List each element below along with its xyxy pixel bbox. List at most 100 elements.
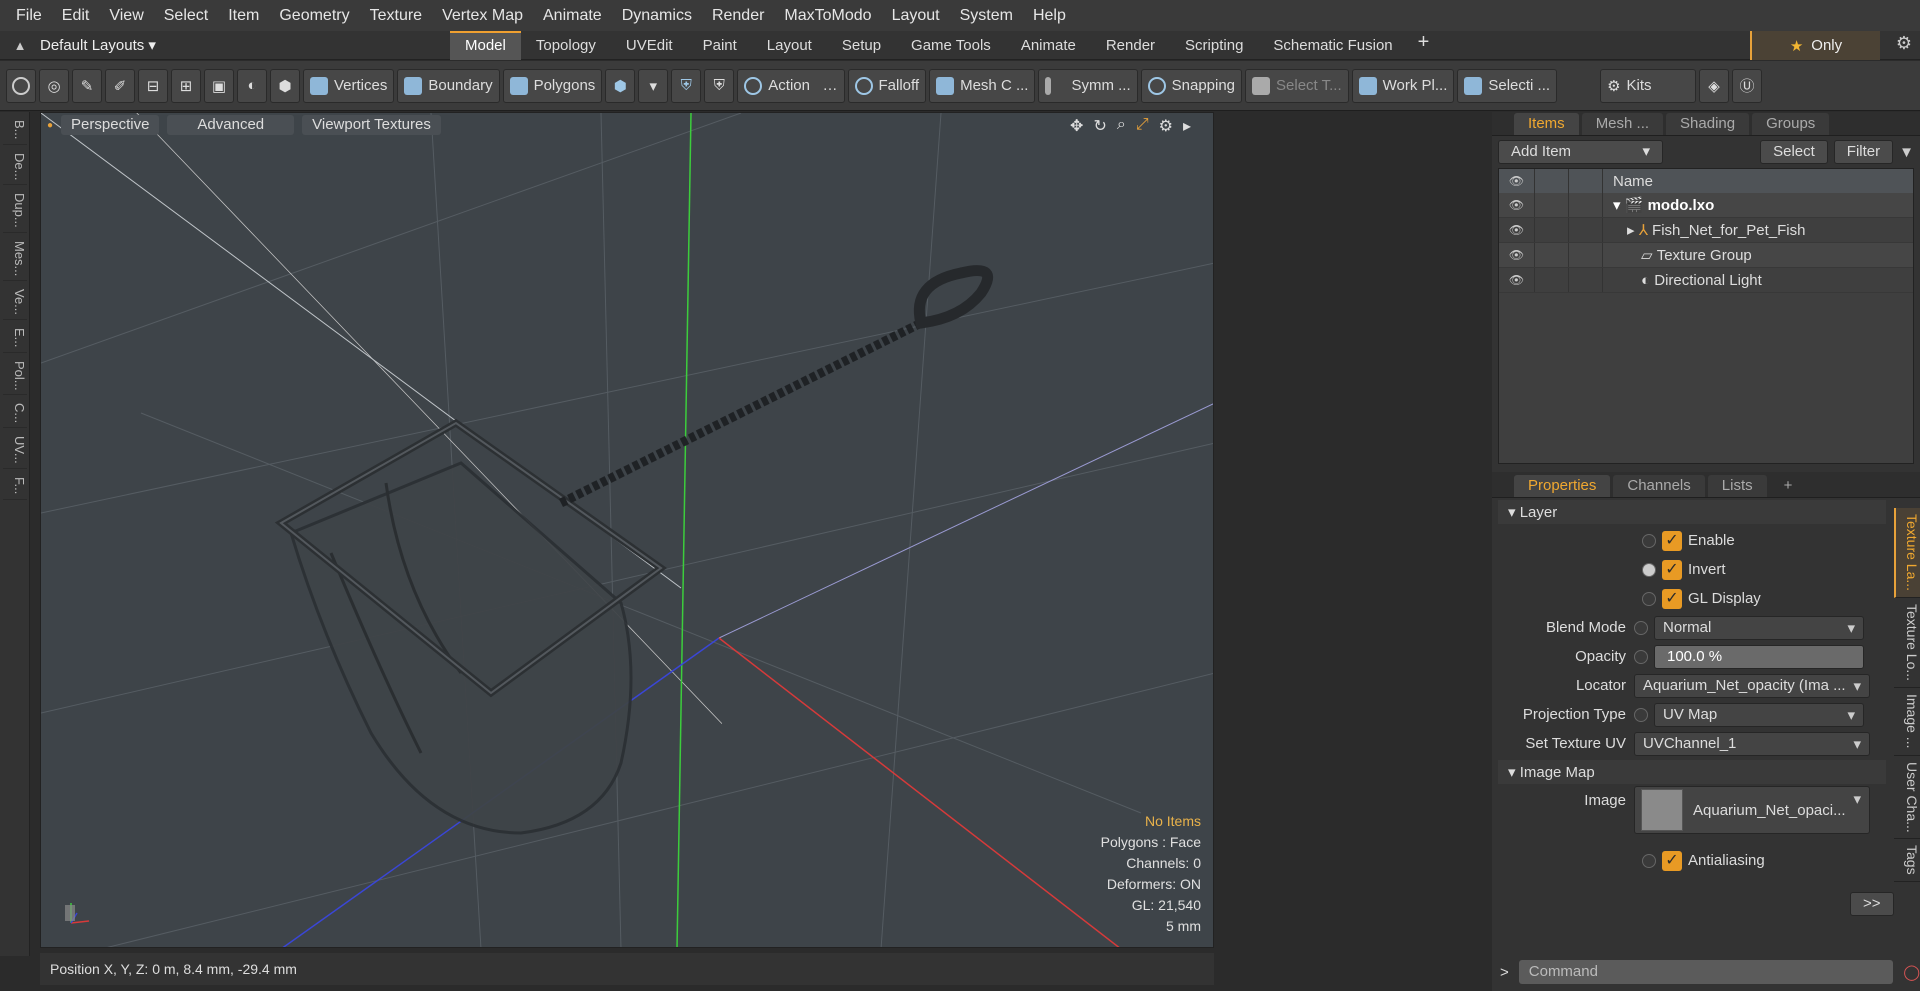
- tab-layout[interactable]: Layout: [752, 31, 827, 60]
- list-item[interactable]: 👁 ▾ 🎬 modo.lxo: [1499, 193, 1913, 218]
- record-icon[interactable]: ◯: [1903, 963, 1920, 981]
- maximize-icon[interactable]: ⤢: [1136, 116, 1149, 136]
- tab-shading[interactable]: Shading: [1666, 113, 1750, 135]
- menu-help[interactable]: Help: [1023, 0, 1076, 31]
- side-tab-texture-layer[interactable]: Texture La...: [1894, 508, 1920, 599]
- left-tab-basic[interactable]: B...: [3, 116, 27, 145]
- command-input[interactable]: Command: [1518, 960, 1894, 984]
- menu-edit[interactable]: Edit: [52, 0, 100, 31]
- items-mode-button[interactable]: ⬢: [270, 68, 300, 103]
- boundary-button[interactable]: Boundary: [397, 68, 500, 103]
- pen-button[interactable]: ✎: [72, 68, 102, 103]
- default-layouts-dropdown[interactable]: Default Layouts ▾: [40, 36, 450, 54]
- tab-model[interactable]: Model: [450, 30, 521, 60]
- grid-button[interactable]: ⊞: [171, 68, 201, 103]
- 3d-viewport[interactable]: ● Perspective Advanced Viewport Textures…: [40, 112, 1214, 948]
- left-tab-deform[interactable]: De...: [3, 149, 27, 185]
- projection-type-dropdown[interactable]: UV Map: [1654, 702, 1864, 727]
- filter-button[interactable]: Filter: [1833, 140, 1894, 164]
- name-column-header[interactable]: Name: [1602, 169, 1653, 193]
- blend-mode-dropdown[interactable]: Normal: [1654, 615, 1864, 640]
- sphere-button[interactable]: ◐: [237, 68, 267, 103]
- settings-icon[interactable]: ⚙: [1159, 116, 1173, 136]
- only-button[interactable]: ★ Only: [1750, 31, 1880, 60]
- center-button[interactable]: ⊟: [138, 68, 168, 103]
- tab-groups[interactable]: Groups: [1752, 113, 1830, 135]
- side-tab-tags[interactable]: Tags: [1894, 839, 1920, 882]
- tab-schematic-fusion[interactable]: Schematic Fusion: [1258, 31, 1407, 60]
- layer-section-header[interactable]: ▾ Layer: [1498, 500, 1886, 524]
- snapping-button[interactable]: Snapping: [1140, 68, 1243, 103]
- select-mode-button[interactable]: [6, 68, 36, 103]
- tab-setup[interactable]: Setup: [827, 31, 896, 60]
- image-dropdown[interactable]: Aquarium_Net_opaci...: [1634, 786, 1870, 834]
- falloff-button[interactable]: Falloff: [847, 68, 927, 103]
- viewport-textures-button[interactable]: Viewport Textures: [302, 115, 441, 135]
- eye-icon[interactable]: 👁: [1499, 248, 1534, 262]
- mode-dropdown[interactable]: ▾: [638, 68, 669, 103]
- list-item[interactable]: 👁 ▸ ⅄ Fish_Net_for_Pet_Fish: [1499, 218, 1913, 243]
- selection-sets-button[interactable]: Selecti ...: [1457, 68, 1558, 103]
- left-tab-mesh-edit[interactable]: Mes...: [3, 237, 27, 282]
- symmetry-button[interactable]: Symm ...: [1038, 68, 1138, 103]
- tab-animate[interactable]: Animate: [1006, 31, 1091, 60]
- material-button[interactable]: ⬢: [605, 68, 636, 103]
- eye-icon[interactable]: 👁: [1499, 223, 1534, 237]
- menu-vertex-map[interactable]: Vertex Map: [432, 0, 533, 31]
- menu-animate[interactable]: Animate: [533, 0, 612, 31]
- brush-button[interactable]: ✐: [105, 68, 135, 103]
- tab-items[interactable]: Items: [1514, 113, 1579, 135]
- move-view-icon[interactable]: ✥: [1070, 116, 1083, 136]
- globe-button[interactable]: ◎: [39, 68, 69, 103]
- kits-button[interactable]: ⚙ Kits: [1600, 68, 1697, 103]
- add-item-button[interactable]: Add Item ▾: [1498, 140, 1663, 164]
- left-tab-vertex[interactable]: Ve...: [3, 285, 27, 321]
- tab-game-tools[interactable]: Game Tools: [896, 31, 1006, 60]
- rotate-view-icon[interactable]: ↻: [1093, 116, 1106, 136]
- select-button[interactable]: Select: [1760, 140, 1828, 164]
- perspective-button[interactable]: Perspective: [61, 115, 160, 135]
- tab-uvedit[interactable]: UVEdit: [611, 31, 688, 60]
- eye-icon[interactable]: 👁: [1499, 198, 1534, 212]
- tab-lists[interactable]: Lists: [1707, 475, 1767, 497]
- left-tab-uv[interactable]: UV...: [3, 432, 27, 470]
- menu-dynamics[interactable]: Dynamics: [612, 0, 702, 31]
- invert-checkbox[interactable]: ✓ Invert: [1642, 559, 1726, 580]
- tab-channels[interactable]: Channels: [1613, 475, 1705, 497]
- add-tab-button[interactable]: +: [1408, 31, 1440, 60]
- menu-geometry[interactable]: Geometry: [269, 0, 359, 31]
- menu-item[interactable]: Item: [218, 0, 269, 31]
- left-tab-fusion[interactable]: F...: [3, 473, 27, 500]
- tab-properties[interactable]: Properties: [1514, 475, 1611, 497]
- side-tab-user-channels[interactable]: User Cha...: [1894, 756, 1920, 840]
- menu-system[interactable]: System: [950, 0, 1023, 31]
- frame-button[interactable]: ▣: [204, 68, 234, 103]
- more-button[interactable]: >>: [1850, 892, 1894, 916]
- antialiasing-checkbox[interactable]: ✓ Antialiasing: [1642, 850, 1765, 871]
- menu-file[interactable]: File: [6, 0, 52, 31]
- mesh-constraint-button[interactable]: Mesh C ...: [929, 68, 1036, 103]
- enable-checkbox[interactable]: ✓ Enable: [1642, 530, 1735, 551]
- vertices-button[interactable]: Vertices: [303, 68, 395, 103]
- tab-topology[interactable]: Topology: [521, 31, 611, 60]
- symmetry-shield2-button[interactable]: ⛨: [704, 68, 735, 103]
- viewport-menu-icon[interactable]: ●: [47, 120, 53, 131]
- left-tab-polygon[interactable]: Pol...: [3, 357, 27, 396]
- list-item[interactable]: 👁 ◐ Directional Light: [1499, 268, 1913, 293]
- expand-icon[interactable]: ▾: [1613, 196, 1625, 214]
- menu-maxtomodo[interactable]: MaxToModo: [774, 0, 881, 31]
- expand-icon[interactable]: ▸: [1627, 221, 1639, 239]
- side-tab-image[interactable]: Image ...: [1894, 688, 1920, 756]
- eye-icon[interactable]: 👁: [1499, 273, 1534, 287]
- tab-mesh[interactable]: Mesh ...: [1581, 113, 1664, 135]
- filter-icon[interactable]: ▼: [1899, 144, 1914, 161]
- tab-scripting[interactable]: Scripting: [1170, 31, 1258, 60]
- play-icon[interactable]: ▸: [1183, 116, 1191, 136]
- side-tab-texture-locator[interactable]: Texture Lo...: [1894, 598, 1920, 689]
- left-tab-curve[interactable]: C...: [3, 399, 27, 429]
- zoom-view-icon[interactable]: ⌕: [1117, 116, 1126, 136]
- opacity-slider[interactable]: 100.0 %: [1654, 644, 1864, 669]
- symmetry-shield-button[interactable]: ⛨: [671, 68, 702, 103]
- select-through-button[interactable]: Select T...: [1245, 68, 1349, 103]
- advanced-button[interactable]: Advanced: [167, 115, 295, 135]
